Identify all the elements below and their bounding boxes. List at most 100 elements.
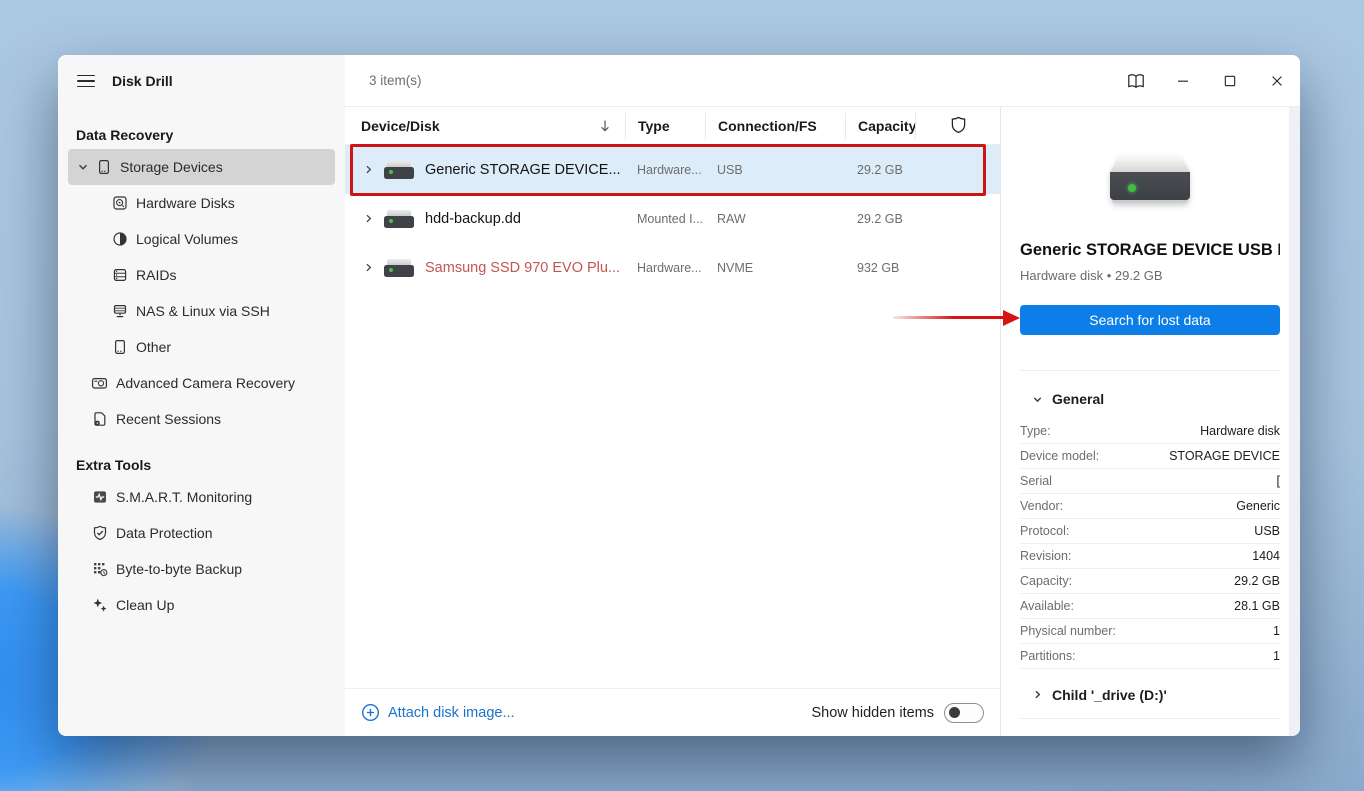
main-area: 3 item(s) Device/Disk Type Connection/FS… [345, 55, 1300, 736]
device-name: Generic STORAGE DEVICE... [425, 161, 621, 178]
chevron-down-icon [76, 161, 90, 173]
chevron-right-icon[interactable] [363, 262, 375, 273]
search-for-lost-data-button[interactable]: Search for lost data [1020, 305, 1280, 335]
raids-icon [111, 267, 128, 283]
shield-icon [950, 116, 967, 135]
sidebar-item-byte-to-byte-backup[interactable]: Byte-to-byte Backup [68, 551, 335, 587]
detail-label: Device model: [1020, 449, 1100, 463]
sidebar-item-raids[interactable]: RAIDs [68, 257, 335, 293]
detail-row-capacity: Capacity: 29.2 GB [1020, 569, 1280, 594]
sidebar-item-label: RAIDs [136, 267, 177, 283]
table-row-generic-storage-device[interactable]: Generic STORAGE DEVICE... Hardware... US… [345, 144, 1000, 196]
column-header-protection[interactable] [915, 112, 1000, 139]
detail-label: Serial [1020, 474, 1052, 488]
details-panel: Generic STORAGE DEVICE USB De... Hardwar… [1000, 107, 1300, 736]
detail-value: USB [1254, 524, 1280, 538]
column-label: Capacity [858, 117, 917, 134]
maximize-button[interactable] [1206, 55, 1253, 106]
recent-sessions-icon [91, 411, 108, 427]
other-drive-icon [111, 339, 128, 355]
child-partition-section-header[interactable]: Child '_drive (D:)' [1020, 671, 1280, 719]
detail-row-serial: Serial [ [1020, 469, 1280, 494]
column-label: Type [638, 117, 670, 134]
minimize-icon [1175, 73, 1191, 89]
detail-row-device-model: Device model: STORAGE DEVICE [1020, 444, 1280, 469]
device-type: Mounted I... [637, 211, 704, 226]
maximize-icon [1222, 73, 1238, 89]
selected-device-subtitle: Hardware disk • 29.2 GB [1020, 268, 1163, 283]
sidebar-item-label: Other [136, 339, 172, 355]
storage-devices-icon [95, 159, 112, 175]
detail-row-revision: Revision: 1404 [1020, 544, 1280, 569]
device-name: hdd-backup.dd [425, 210, 521, 227]
chevron-right-icon[interactable] [363, 213, 375, 224]
detail-label: Protocol: [1020, 524, 1070, 538]
show-hidden-toggle[interactable] [944, 702, 984, 723]
detail-value: [ [1276, 474, 1280, 488]
sidebar-item-label: S.M.A.R.T. Monitoring [116, 489, 253, 505]
detail-row-available: Available: 28.1 GB [1020, 594, 1280, 619]
detail-value: 29.2 GB [1234, 574, 1280, 588]
drive-icon [384, 160, 414, 179]
device-connection: USB [717, 162, 743, 177]
column-label: Device/Disk [361, 117, 440, 134]
logical-volumes-icon [111, 231, 128, 247]
sidebar-item-recent-sessions[interactable]: Recent Sessions [68, 401, 335, 437]
close-button[interactable] [1253, 55, 1300, 106]
detail-value: Hardware disk [1200, 424, 1280, 438]
column-header-device-disk[interactable]: Device/Disk [345, 118, 625, 134]
sidebar-item-label: Byte-to-byte Backup [116, 561, 243, 577]
detail-label: Available: [1020, 599, 1074, 613]
sidebar-item-label: Data Protection [116, 525, 213, 541]
close-icon [1269, 73, 1285, 89]
detail-label: Partitions: [1020, 649, 1076, 663]
book-icon [1126, 72, 1146, 90]
camera-icon [91, 375, 108, 391]
menu-icon[interactable] [70, 65, 102, 97]
nas-server-icon [111, 303, 128, 319]
chevron-right-icon[interactable] [363, 164, 375, 175]
table-footer: Attach disk image... Show hidden items [345, 688, 1000, 736]
general-section-header[interactable]: General [1020, 370, 1280, 419]
drive-illustration [1110, 155, 1190, 203]
sidebar-item-label: Recent Sessions [116, 411, 222, 427]
help-book-button[interactable] [1112, 55, 1159, 106]
sidebar-item-other[interactable]: Other [68, 329, 335, 365]
device-capacity: 932 GB [857, 260, 900, 275]
item-count: 3 item(s) [369, 73, 422, 88]
minimize-button[interactable] [1159, 55, 1206, 106]
sidebar-item-clean-up[interactable]: Clean Up [68, 587, 335, 623]
table-empty-space [345, 292, 1000, 688]
sidebar-item-smart-monitoring[interactable]: S.M.A.R.T. Monitoring [68, 479, 335, 515]
attach-disk-image-button[interactable]: Attach disk image... [361, 703, 515, 722]
sidebar-item-advanced-camera-recovery[interactable]: Advanced Camera Recovery [68, 365, 335, 401]
sidebar-item-storage-devices[interactable]: Storage Devices [68, 149, 335, 185]
table-row-hdd-backup[interactable]: hdd-backup.dd Mounted I... RAW 29.2 GB [345, 194, 1000, 243]
detail-label: Physical number: [1020, 624, 1116, 638]
disk-drill-window: Disk Drill Data Recovery Storage Devices… [58, 55, 1300, 736]
detail-value: 1 [1273, 649, 1280, 663]
device-capacity: 29.2 GB [857, 162, 903, 177]
titlebar: 3 item(s) [345, 55, 1300, 107]
column-header-capacity[interactable]: Capacity [845, 112, 917, 139]
detail-label: Capacity: [1020, 574, 1073, 588]
sidebar-item-label: Logical Volumes [136, 231, 238, 247]
sidebar-item-logical-volumes[interactable]: Logical Volumes [68, 221, 335, 257]
sidebar-item-data-protection[interactable]: Data Protection [68, 515, 335, 551]
detail-value: 28.1 GB [1234, 599, 1280, 613]
column-header-type[interactable]: Type [625, 112, 705, 139]
table-row-samsung-ssd[interactable]: Samsung SSD 970 EVO Plu... Hardware... N… [345, 243, 1000, 292]
sidebar-item-nas-linux-ssh[interactable]: NAS & Linux via SSH [68, 293, 335, 329]
device-table: Device/Disk Type Connection/FS Capacity [345, 107, 1000, 736]
detail-row-type: Type: Hardware disk [1020, 419, 1280, 444]
device-capacity: 29.2 GB [857, 211, 903, 226]
detail-label: Type: [1020, 424, 1051, 438]
detail-value: 1 [1273, 624, 1280, 638]
chevron-down-icon [1032, 394, 1043, 405]
drive-icon [384, 258, 414, 277]
section-label-data-recovery: Data Recovery [76, 127, 174, 143]
detail-row-protocol: Protocol: USB [1020, 519, 1280, 544]
sidebar-item-hardware-disks[interactable]: Hardware Disks [68, 185, 335, 221]
byte-backup-icon [91, 561, 108, 577]
column-header-connection-fs[interactable]: Connection/FS [705, 112, 845, 139]
